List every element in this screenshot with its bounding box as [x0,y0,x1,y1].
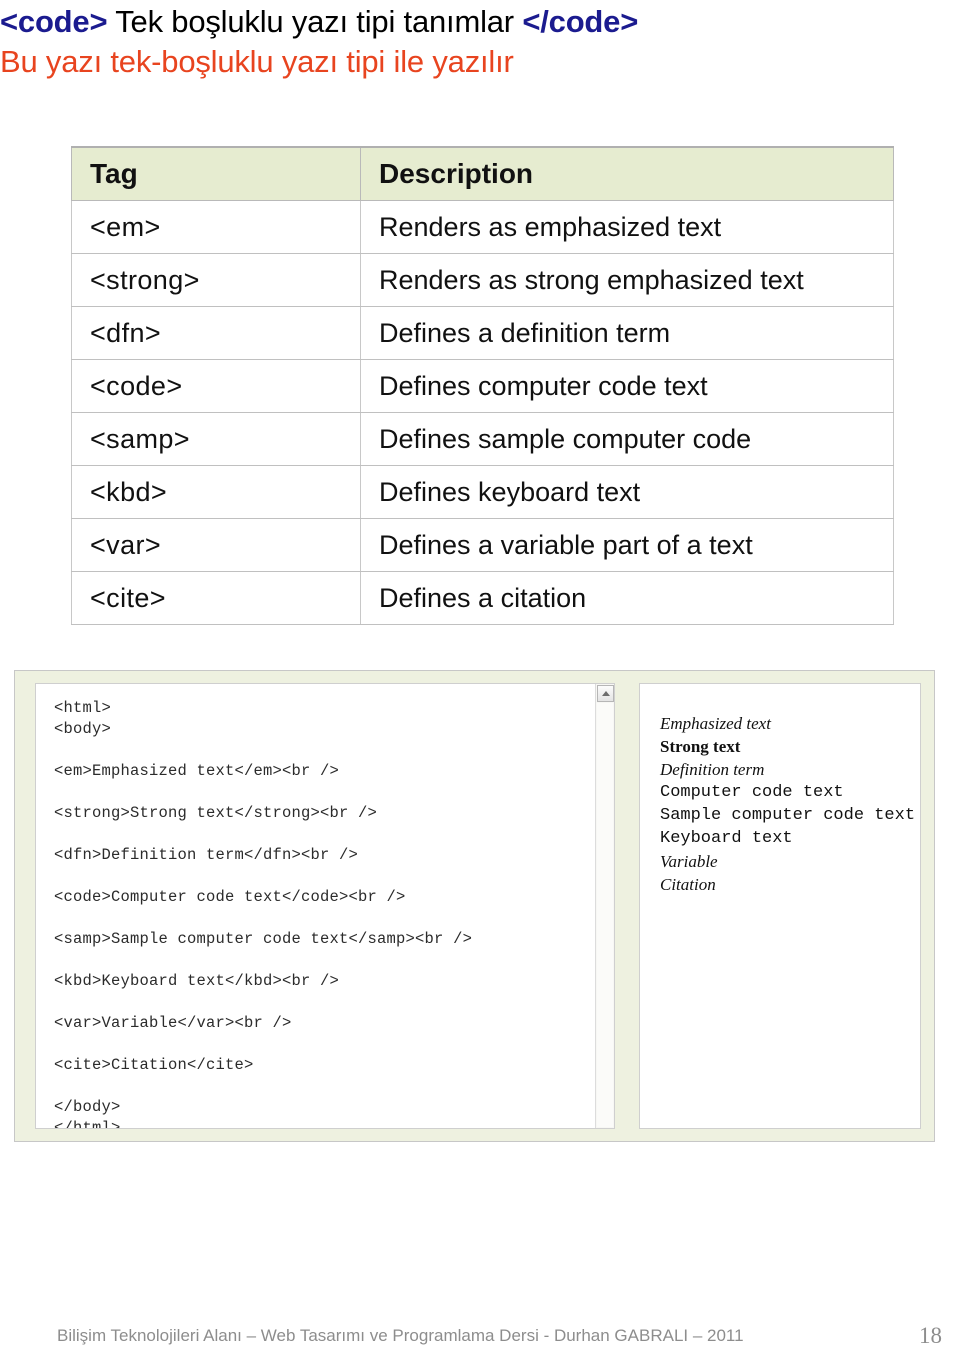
footer-page-number: 18 [919,1323,942,1348]
column-header-tag: Tag [71,146,361,201]
code-editor-pane[interactable]: <html> <body> <em>Emphasized text</em><b… [35,683,615,1129]
cell-description: Defines sample computer code [360,412,894,466]
table-row: <var> Defines a variable part of a text [71,518,894,572]
code-editor-scrollbar[interactable] [595,684,614,1128]
cell-tag: <strong> [71,253,361,307]
cell-description: Defines a definition term [360,306,894,360]
code-editor-screenshot: <html> <body> <em>Emphasized text</em><b… [14,670,935,1142]
code-close-tag: </code> [522,4,639,39]
slide-heading: <code> Tek boşluklu yazı tipi tanımlar <… [0,2,960,82]
code-source-text[interactable]: <html> <body> <em>Emphasized text</em><b… [54,698,472,1128]
cell-tag: <samp> [71,412,361,466]
cell-tag: <dfn> [71,306,361,360]
heading-line-primary: <code> Tek boşluklu yazı tipi tanımlar <… [0,2,960,42]
preview-result-pane: Emphasized text Strong text Definition t… [639,683,921,1129]
cell-tag: <code> [71,359,361,413]
cell-tag: <em> [71,200,361,254]
tag-reference-table: Tag Description <em> Renders as emphasiz… [71,146,894,625]
table-row: <strong> Renders as strong emphasized te… [71,253,894,307]
editor-inner: <html> <body> <em>Emphasized text</em><b… [15,671,936,1143]
preview-line-citation: Citation [660,875,716,894]
table-body: <em> Renders as emphasized text <strong>… [71,200,894,625]
scroll-up-button[interactable] [597,685,614,702]
cell-tag: <cite> [71,571,361,625]
table-row: <code> Defines computer code text [71,359,894,413]
table-header: Tag Description [71,146,894,201]
cell-description: Defines a citation [360,571,894,625]
table-row: <samp> Defines sample computer code [71,412,894,466]
table-row: <cite> Defines a citation [71,571,894,625]
preview-output-list: Emphasized text Strong text Definition t… [660,712,915,896]
footer-credit-text: Bilişim Teknolojileri Alanı – Web Tasarı… [57,1326,744,1345]
table-row: <em> Renders as emphasized text [71,200,894,254]
cell-description: Defines computer code text [360,359,894,413]
chevron-up-icon [601,691,610,696]
cell-tag: <kbd> [71,465,361,519]
preview-line-strong: Strong text [660,737,741,756]
cell-description: Renders as strong emphasized text [360,253,894,307]
preview-line-sample: Sample computer code text [660,806,916,825]
cell-description: Defines keyboard text [360,465,894,519]
heading-middle-text: Tek boşluklu yazı tipi tanımlar [107,4,523,39]
code-open-tag: <code> [0,4,108,39]
preview-line-emphasized: Emphasized text [660,714,771,733]
preview-line-definition: Definition term [660,760,765,779]
heading-line-secondary: Bu yazı tek-boşluklu yazı tipi ile yazıl… [0,44,514,79]
cell-description: Defines a variable part of a text [360,518,894,572]
cell-description: Renders as emphasized text [360,200,894,254]
table-row: <dfn> Defines a definition term [71,306,894,360]
slide-footer: Bilişim Teknolojileri Alanı – Web Tasarı… [0,1323,960,1349]
cell-tag: <var> [71,518,361,572]
table-row: <kbd> Defines keyboard text [71,465,894,519]
preview-line-keyboard: Keyboard text [660,829,793,848]
preview-line-code: Computer code text [660,783,844,802]
column-header-description: Description [360,146,894,201]
table-header-row: Tag Description [71,146,894,201]
preview-line-variable: Variable [660,852,718,871]
scrollbar-track[interactable] [597,703,613,1127]
